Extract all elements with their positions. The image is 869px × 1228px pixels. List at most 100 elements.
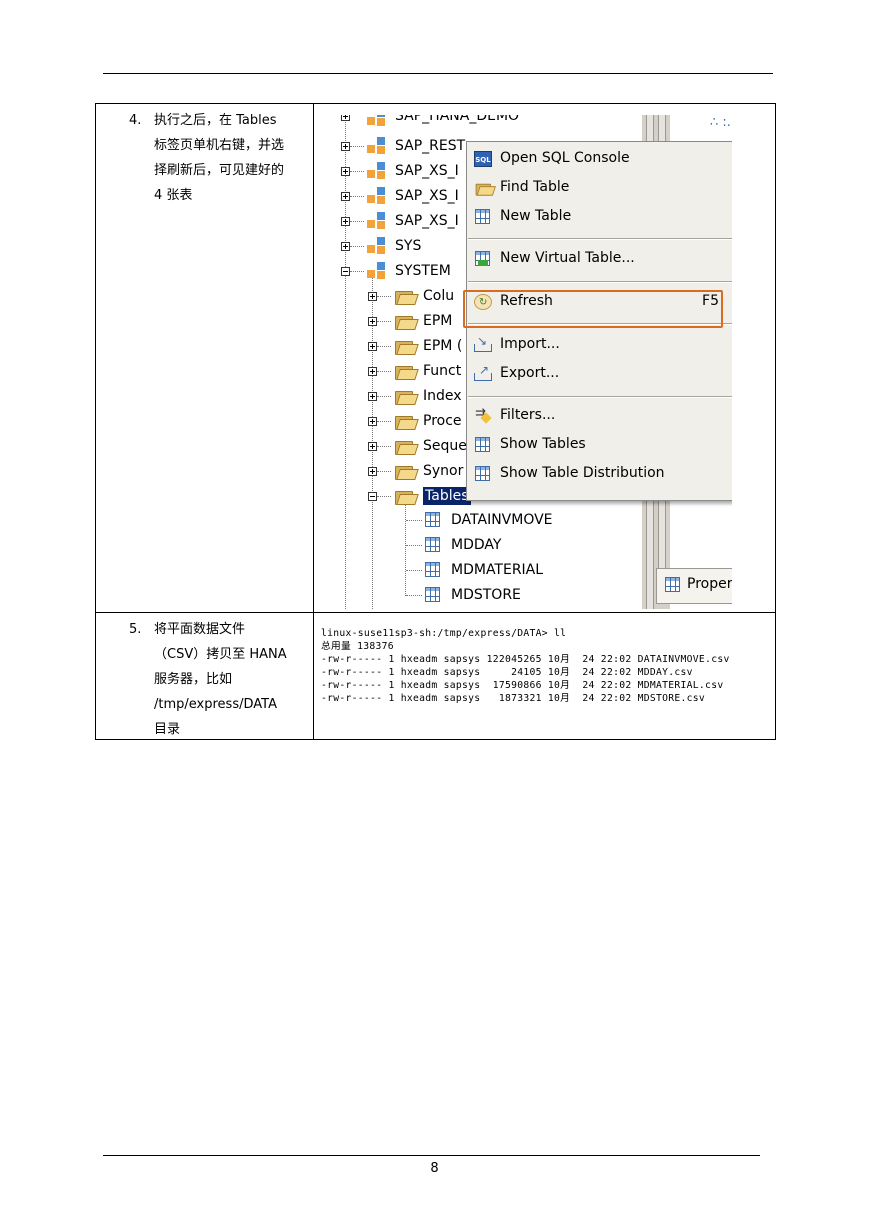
tree-line xyxy=(350,146,364,147)
expand-toggle[interactable] xyxy=(368,317,377,326)
tree-line xyxy=(377,396,391,397)
tree-schema-label[interactable]: SAP_HANA_DEMO xyxy=(395,115,519,125)
terminal-line: -rw-r----- 1 hxeadm sapsys 122045265 10月… xyxy=(321,654,730,665)
menu-item-show-tables[interactable]: Show Tables xyxy=(467,432,732,458)
tree-folder-label[interactable]: Proce xyxy=(423,412,462,430)
menu-item-export[interactable]: ↗ Export... xyxy=(467,361,732,387)
table-icon xyxy=(425,537,440,552)
tree-line xyxy=(377,371,391,372)
menu-item-label: New Table xyxy=(500,208,572,224)
expand-toggle[interactable] xyxy=(341,142,350,151)
tree-line xyxy=(406,545,422,546)
table-icon xyxy=(474,437,492,453)
page-number: 8 xyxy=(430,1161,439,1176)
expand-toggle[interactable] xyxy=(341,167,350,176)
expand-toggle[interactable] xyxy=(341,192,350,201)
tree-folder-label[interactable]: Index xyxy=(423,387,462,405)
menu-item-label: Show Table Distribution xyxy=(500,465,665,481)
menu-item-open-sql-console[interactable]: SQL Open SQL Console xyxy=(467,146,732,172)
menu-item-new-virtual-table[interactable]: New Virtual Table... xyxy=(467,246,732,272)
tree-line xyxy=(405,500,406,596)
expand-toggle[interactable] xyxy=(368,417,377,426)
tree-table-label[interactable]: MDSTORE xyxy=(451,586,521,604)
tree-line xyxy=(377,446,391,447)
tree-line xyxy=(406,520,422,521)
expand-toggle[interactable] xyxy=(341,242,350,251)
footer-rule xyxy=(103,1155,760,1156)
tree-line xyxy=(345,115,346,609)
expand-toggle[interactable] xyxy=(368,392,377,401)
tree-schema-label[interactable]: SAP_XS_I xyxy=(395,212,459,230)
tree-schema-label[interactable]: SYSTEM xyxy=(395,262,451,280)
tree-line xyxy=(377,296,391,297)
expand-toggle[interactable] xyxy=(368,467,377,476)
tree-table-label[interactable]: DATAINVMOVE xyxy=(451,511,553,529)
tree-line xyxy=(377,471,391,472)
step-row-5: 5. 将平面数据文件 （CSV）拷贝至 HANA 服务器，比如 /tmp/exp… xyxy=(95,612,776,740)
schema-icon xyxy=(367,115,387,127)
tree-folder-label[interactable]: Seque xyxy=(423,437,467,455)
folder-icon xyxy=(395,289,419,305)
menu-item-label: Filters... xyxy=(500,407,556,423)
step-text-line: /tmp/express/DATA xyxy=(154,697,277,712)
schema-icon xyxy=(367,137,387,155)
expand-toggle[interactable] xyxy=(341,217,350,226)
tree-folder-label[interactable]: Synor xyxy=(423,462,463,480)
menu-item-new-table[interactable]: New Table xyxy=(467,204,732,230)
step-5-cell: 5. 将平面数据文件 （CSV）拷贝至 HANA 服务器，比如 /tmp/exp… xyxy=(95,612,314,740)
import-icon: ↘ xyxy=(474,334,492,353)
expand-toggle[interactable] xyxy=(341,115,350,121)
tree-folder-label[interactable]: Funct xyxy=(423,362,461,380)
tree-line xyxy=(350,221,364,222)
find-table-icon xyxy=(474,180,496,196)
step-text-line: 服务器，比如 xyxy=(154,672,233,687)
folder-icon xyxy=(395,389,419,405)
header-rule xyxy=(103,73,773,74)
menu-item-show-table-distribution[interactable]: Show Table Distribution xyxy=(467,461,732,487)
tree-folder-label[interactable]: EPM ( xyxy=(423,337,462,355)
menu-item-label: New Virtual Table... xyxy=(500,250,635,266)
step-text-line: 目录 xyxy=(154,722,181,737)
tree-line xyxy=(377,496,391,497)
tree-folder-tables-selected[interactable]: Tables xyxy=(423,487,471,505)
tree-line xyxy=(377,321,391,322)
folder-icon xyxy=(395,464,419,480)
properties-tab[interactable]: Proper xyxy=(656,568,732,604)
tree-schema-label[interactable]: SAP_REST xyxy=(395,137,465,155)
menu-item-find-table[interactable]: Find Table xyxy=(467,175,732,201)
step-number: 4. xyxy=(129,113,142,128)
tree-folder-label[interactable]: EPM xyxy=(423,312,452,330)
table-icon xyxy=(425,587,440,602)
schema-icon xyxy=(367,162,387,180)
menu-separator xyxy=(468,238,732,240)
properties-icon xyxy=(665,577,680,592)
tree-schema-label[interactable]: SAP_XS_I xyxy=(395,162,459,180)
expand-toggle[interactable] xyxy=(368,342,377,351)
folder-icon xyxy=(395,339,419,355)
expand-toggle[interactable] xyxy=(368,442,377,451)
step-text-line: 4 张表 xyxy=(154,188,193,203)
step-4-cell: 4. 执行之后，在 Tables 标签页单机右键，并选 择刷新后，可见建好的 4… xyxy=(95,103,314,613)
expand-toggle[interactable] xyxy=(368,367,377,376)
tree-table-label[interactable]: MDMATERIAL xyxy=(451,561,543,579)
schema-icon xyxy=(367,237,387,255)
terminal-line: 总用量 138376 xyxy=(321,641,394,652)
menu-item-filters[interactable]: ⇉ Filters... xyxy=(467,403,732,429)
tree-line xyxy=(350,271,364,272)
collapse-toggle[interactable] xyxy=(341,267,350,276)
virtual-table-icon xyxy=(474,251,492,267)
tree-table-label[interactable]: MDDAY xyxy=(451,536,501,554)
collapse-toggle[interactable] xyxy=(368,492,377,501)
tree-schema-label[interactable]: SAP_XS_I xyxy=(395,187,459,205)
table-icon xyxy=(425,562,440,577)
refresh-highlight-box xyxy=(463,290,723,328)
tree-folder-label[interactable]: Colu xyxy=(423,287,454,305)
filter-icon: ⇉ xyxy=(474,406,492,424)
folder-icon xyxy=(395,414,419,430)
menu-item-import[interactable]: ↘ Import... xyxy=(467,332,732,358)
tree-line xyxy=(350,196,364,197)
properties-tab-label: Proper xyxy=(687,576,732,592)
export-icon: ↗ xyxy=(474,363,492,382)
expand-toggle[interactable] xyxy=(368,292,377,301)
tree-schema-label[interactable]: SYS xyxy=(395,237,421,255)
